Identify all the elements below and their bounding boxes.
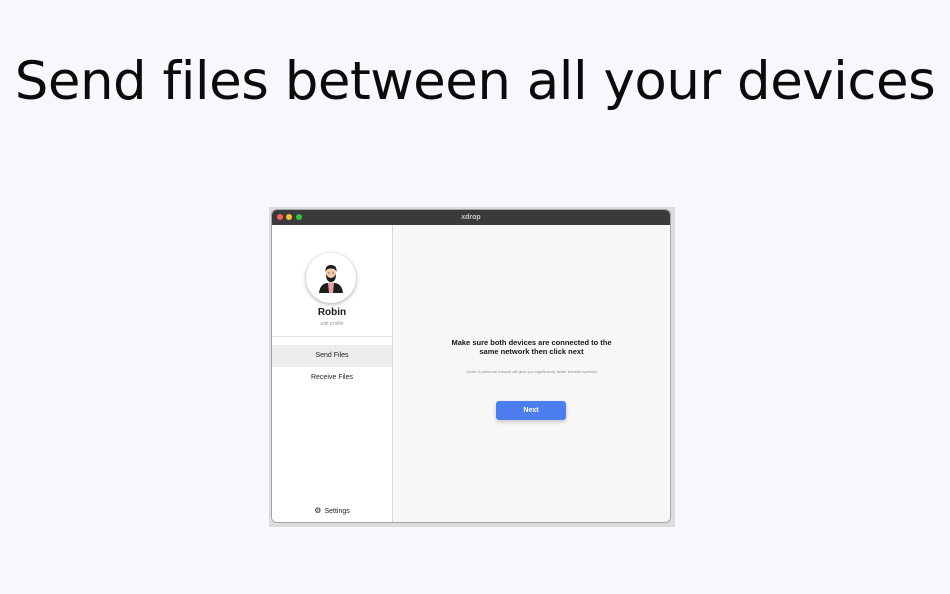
sidebar-item-send-files[interactable]: Send Files (272, 345, 392, 367)
sidebar-item-receive-files[interactable]: Receive Files (272, 367, 392, 389)
window-title: xdrop (461, 214, 481, 221)
gear-icon: ⚙ (314, 506, 322, 515)
profile-name: Robin (317, 307, 347, 318)
sidebar: Robin edit profile Send Files Receive Fi… (272, 225, 393, 522)
next-button[interactable]: Next (496, 401, 566, 420)
settings-label: Settings (324, 508, 350, 515)
avatar-illustration-icon (306, 253, 356, 303)
hotspot-note: (Note: A personal hotspot will give you … (466, 369, 597, 374)
sidebar-divider (272, 336, 392, 337)
connection-instruction: Make sure both devices are connected to … (451, 338, 612, 356)
edit-profile-link[interactable]: edit profile (272, 321, 392, 327)
title-bar: xdrop (272, 210, 670, 225)
headline: Send files between all your devices (14, 51, 936, 112)
main-panel: Make sure both devices are connected to … (393, 225, 670, 522)
avatar[interactable] (306, 253, 356, 303)
app-window: xdrop Robin edit profile Send Files Rece… (272, 210, 670, 522)
settings-button[interactable]: ⚙ Settings (272, 506, 392, 517)
